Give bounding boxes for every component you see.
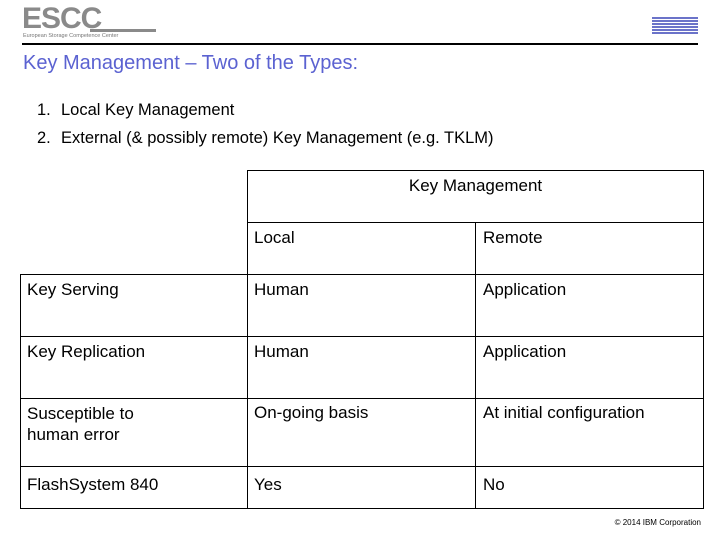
- cell-remote: At initial configuration: [483, 403, 645, 422]
- table-border-bottom: [20, 508, 704, 509]
- table-group-header: Key Management: [408, 176, 543, 195]
- list-item-text: Local Key Management: [61, 101, 235, 119]
- table-divider: [20, 336, 704, 337]
- column-header-local: Local: [254, 228, 295, 247]
- table-border-left: [20, 274, 21, 509]
- table-divider: [20, 398, 704, 399]
- list-item-number: 2.: [37, 129, 51, 147]
- row-label: FlashSystem 840: [27, 475, 159, 494]
- list-item: 2. External (& possibly remote) Key Manag…: [37, 124, 494, 152]
- cell-local: Human: [254, 342, 309, 361]
- table-divider-vertical: [475, 222, 476, 509]
- table-divider: [20, 274, 704, 275]
- copyright-notice: © 2014 IBM Corporation: [614, 518, 701, 527]
- cell-local: Yes: [254, 475, 282, 494]
- column-header-remote: Remote: [483, 228, 543, 247]
- list-item-number: 1.: [37, 101, 51, 119]
- types-list: 1. Local Key Management 2. External (& pos…: [37, 96, 494, 152]
- escc-logo-subtitle: European Storage Competence Center: [23, 33, 119, 39]
- table-divider-vertical: [247, 170, 248, 509]
- list-item-text: External (& possibly remote) Key Managem…: [61, 129, 494, 147]
- cell-local: On-going basis: [254, 403, 369, 422]
- table-border-right: [703, 170, 704, 509]
- table-border-top: [247, 170, 704, 171]
- row-label: Key Replication: [27, 342, 146, 361]
- header-divider: [22, 43, 698, 45]
- list-item: 1. Local Key Management: [37, 96, 494, 124]
- cell-remote: No: [483, 475, 505, 494]
- cell-local: Human: [254, 280, 309, 299]
- row-label: Key Serving: [27, 280, 119, 299]
- escc-logo: ESCC European Storage Competence Center: [22, 4, 156, 40]
- cell-remote: Application: [483, 342, 567, 361]
- cell-remote: Application: [483, 280, 567, 299]
- row-label: Susceptible to human error: [27, 404, 134, 444]
- slide-title: Key Management – Two of the Types:: [23, 52, 359, 74]
- table-divider: [20, 466, 704, 467]
- escc-logo-bar: [90, 29, 156, 32]
- ibm-logo-text: IBM: [652, 14, 687, 36]
